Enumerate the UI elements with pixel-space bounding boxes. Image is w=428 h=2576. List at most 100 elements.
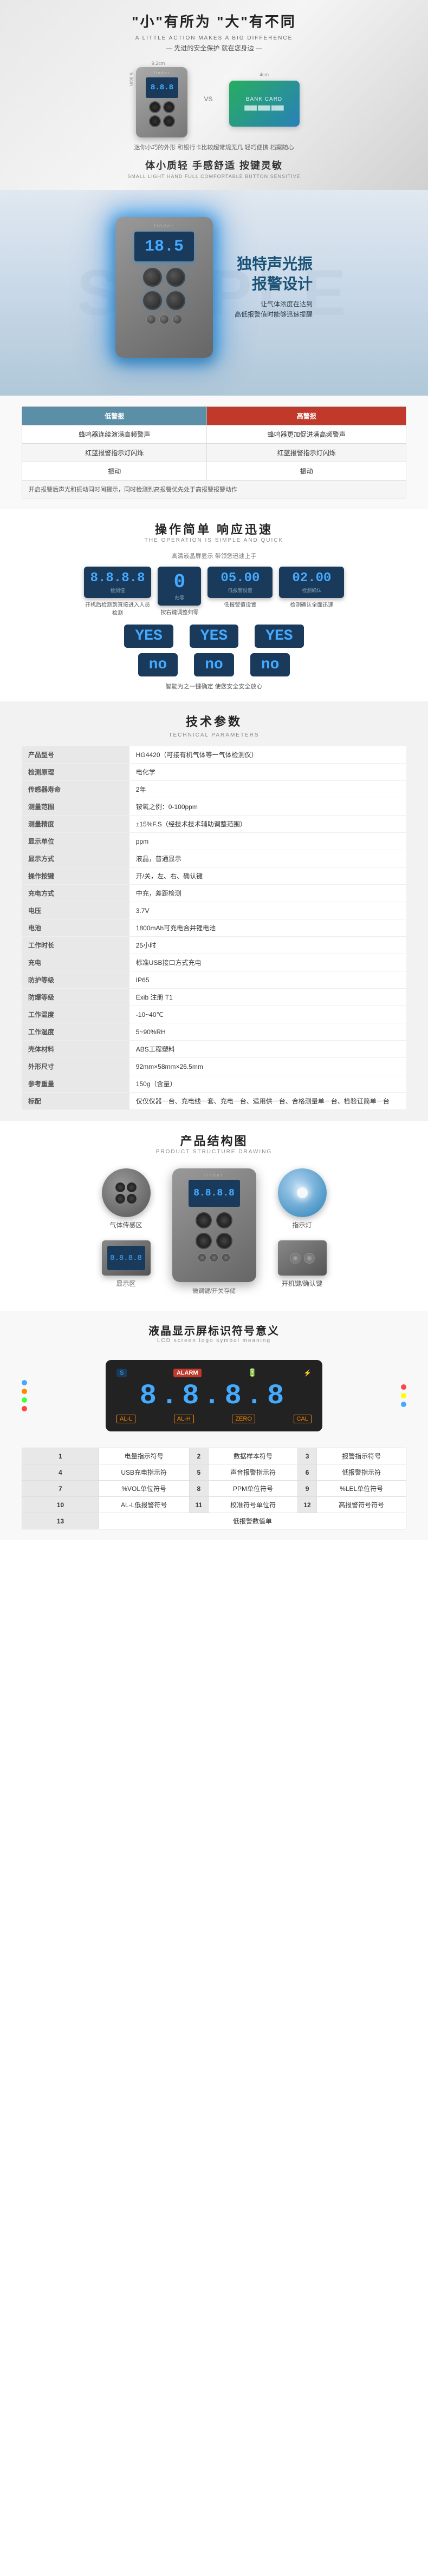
- alert-desc: 让气体浓度在达到 高低报警值时能够迅速提醒: [235, 299, 313, 320]
- op-screen-1: 8.8.8.8 检测值: [84, 567, 152, 598]
- lcd-side-right: [401, 1384, 406, 1407]
- comparison-caption: 迷你小巧的外形 和银行卡比较超常规无几 轻巧便携 档案随心: [22, 143, 406, 152]
- no-screen-1: no: [138, 653, 178, 676]
- lcd-leg-num-1: 1: [22, 1448, 99, 1464]
- lcd-legend-row-2: 4 USB充电指示符 5 声音报警指示符 6 低报警指示符: [22, 1464, 406, 1481]
- sensor-icon: [102, 1168, 151, 1217]
- device-brand: finder: [154, 71, 170, 75]
- tech-row-7: 操作按键 开/关，左、右、确认键: [22, 868, 406, 885]
- lcd-tag-al-l: AL-L: [116, 1415, 135, 1423]
- alert-title: 独特声光振 报警设计: [235, 254, 313, 294]
- yes-screen-3: YES: [255, 625, 303, 648]
- lcd-leg-text-3: 报警指示符号: [317, 1448, 406, 1464]
- lcd-side-left: [22, 1380, 27, 1411]
- alert-row-3-high: 振动: [207, 462, 406, 481]
- tech-val-1: 电化学: [129, 764, 406, 781]
- lcd-leg-text-4: USB充电指示符: [99, 1464, 189, 1481]
- op-screen-4-value: 02.00: [286, 571, 338, 586]
- indicator-label: 指示灯: [278, 1220, 327, 1230]
- operation-title-en: THE OPERATION IS SIMPLE AND QUICK: [22, 537, 406, 543]
- lcd-leg-num-7: 7: [22, 1481, 99, 1497]
- tech-val-14: Exib 注册 T1: [129, 989, 406, 1006]
- operation-screens-row: 8.8.8.8 检测值 开机后检测到直接进入人员检测 0 归零 按右键调整归零 …: [22, 567, 406, 616]
- lcd-leg-text-6: 低报警指示符: [317, 1464, 406, 1481]
- indicator-icon: [278, 1168, 327, 1217]
- feature-tagline-en: SMALL LIGHT HAND FULL COMFORTABLE BUTTON…: [22, 174, 406, 179]
- op-screen-2-caption: 按右键调整归零: [160, 608, 198, 616]
- tech-row-3: 测量范围 铵氧之例：0-100ppm: [22, 798, 406, 816]
- alert-row-3: 振动 振动: [22, 462, 406, 481]
- op-screen-2: 0 归零: [158, 567, 201, 606]
- tech-val-7: 开/关，左、右、确认键: [129, 868, 406, 885]
- tech-key-0: 产品型号: [22, 746, 129, 764]
- center-device-screen: 8.8.8.8: [189, 1180, 240, 1207]
- tech-val-10: 1800mAh可充电合并锂电池: [129, 919, 406, 937]
- operation-title-cn: 操作简单 响应迅速: [22, 520, 406, 537]
- tech-key-9: 电压: [22, 902, 129, 919]
- lcd-leg-text-2: 数据样本符号: [209, 1448, 298, 1464]
- op-screen-2-value: 0: [164, 571, 194, 593]
- hero-title: "小"有所为 "大"有不同: [132, 14, 296, 30]
- lcd-leg-num-6: 6: [297, 1464, 316, 1481]
- no-screens-row: no no no: [22, 653, 406, 676]
- op-screen-block-2: 0 归零 按右键调整归零: [158, 567, 201, 616]
- op-screen-4-caption: 检测确认全面迅速: [290, 600, 333, 608]
- hero-tagline: — 先进的安全保护 就在您身边 —: [22, 43, 406, 52]
- yes-display-1: YES: [124, 625, 173, 648]
- yes-display-3: YES: [255, 625, 303, 648]
- yes-screen-2: YES: [190, 625, 238, 648]
- credit-card-mockup: BANK CARD ████ ████ ████: [229, 81, 300, 127]
- lcd-display: S ALARM 🔋 ⚡ 8.8.8.8 AL-L AL-H ZERO CAL: [106, 1360, 322, 1431]
- tech-val-13: IP65: [129, 971, 406, 989]
- device-center-full: finder 8.8.8.8: [172, 1168, 256, 1282]
- op-screen-3-label: 低报警设置: [214, 587, 266, 594]
- tech-key-20: 标配: [22, 1093, 129, 1110]
- display-label: 显示区: [102, 1279, 151, 1288]
- button-icon: [278, 1240, 327, 1276]
- tech-val-18: 92mm×58mm×26.5mm: [129, 1058, 406, 1075]
- lcd-legend-row-1: 1 电量指示符号 2 数据样本符号 3 报警指示符号: [22, 1448, 406, 1464]
- tech-key-4: 测量精度: [22, 816, 129, 833]
- lcd-top-row: S ALARM 🔋 ⚡: [116, 1368, 312, 1377]
- tech-row-16: 工作湿度 5~90%RH: [22, 1023, 406, 1041]
- center-device-brand: finder: [204, 1174, 224, 1178]
- lcd-title-en: LCD screen logo symbol meaning: [22, 1338, 406, 1344]
- tech-row-9: 电压 3.7V: [22, 902, 406, 919]
- device-buttons: [146, 314, 182, 324]
- tech-val-15: -10~40℃: [129, 1006, 406, 1023]
- tech-row-5: 显示单位 ppm: [22, 833, 406, 850]
- tech-val-2: 2年: [129, 781, 406, 798]
- tech-key-18: 外形尺寸: [22, 1058, 129, 1075]
- hero-section: "小"有所为 "大"有不同 A LITTLE ACTION MAKES A BI…: [0, 0, 428, 190]
- lcd-leg-text-9: %LEL单位符号: [317, 1481, 406, 1497]
- tech-key-5: 显示单位: [22, 833, 129, 850]
- alert-table: 低警报 高警报 蜂鸣器连续演满高频警声 蜂鸣器更加促进满高频警声 红蓝报警指示灯…: [22, 406, 406, 498]
- tech-row-8: 充电方式 中充，差距检测: [22, 885, 406, 902]
- simple-content: finder 18.5 独特声光振 报警设计 让气体浓度在达到 高低报警值时: [22, 217, 406, 358]
- dimension-w: 9.2cm: [152, 61, 165, 66]
- tech-params-table: 产品型号 HG4420（可接有机气体等一气体检测仪） 检测原理 电化学 传感器寿…: [22, 746, 406, 1110]
- device-small-mockup: finder 8.8.8: [136, 67, 187, 137]
- structure-center: finder 8.8.8.8 微调键/开关存储: [172, 1168, 256, 1295]
- credit-card-area: 4cm BANK CARD ████ ████ ████: [229, 72, 300, 127]
- tech-row-20: 标配 仅仅仪器一台、充电线一套、充电一台、适用供一台、合格测量单一台、检验证简单…: [22, 1093, 406, 1110]
- lcd-legend-row-4: 10 AL-L低报警符号 11 校准符号单位符 12 高报警符号符号: [22, 1497, 406, 1513]
- alert-row-4: 开启报警后声光和振动同时间提示，同时检测到高报警优先处于高报警报警动作: [22, 481, 406, 498]
- structure-diagram: 气体传感区 8.8.8.8 显示区 finder 8.8.8.8: [22, 1163, 406, 1300]
- device-screen-small: 8.8.8: [146, 77, 178, 98]
- lcd-leg-num-8: 8: [189, 1481, 208, 1497]
- tech-row-11: 工作时长 25小时: [22, 937, 406, 954]
- tech-row-19: 参考重量 150g（含量）: [22, 1075, 406, 1093]
- op-screen-3-caption: 低报警值设置: [224, 600, 256, 608]
- dimension-card: 4cm: [260, 72, 269, 77]
- lcd-leg-num-11: 11: [189, 1497, 208, 1513]
- usb-label: 微调键/开关存储: [192, 1286, 236, 1295]
- op-screen-block-1: 8.8.8.8 检测值 开机后检测到直接进入人员检测: [84, 567, 152, 616]
- lcd-wrapper: S ALARM 🔋 ⚡ 8.8.8.8 AL-L AL-H ZERO CAL: [22, 1352, 406, 1440]
- device-large-brand: finder: [154, 224, 174, 228]
- structure-item-indicator: 指示灯: [278, 1168, 327, 1230]
- no-display-3: no: [250, 653, 290, 676]
- op-screen-3: 05.00 低报警设置: [207, 567, 273, 598]
- tech-val-9: 3.7V: [129, 902, 406, 919]
- tech-row-15: 工作温度 -10~40℃: [22, 1006, 406, 1023]
